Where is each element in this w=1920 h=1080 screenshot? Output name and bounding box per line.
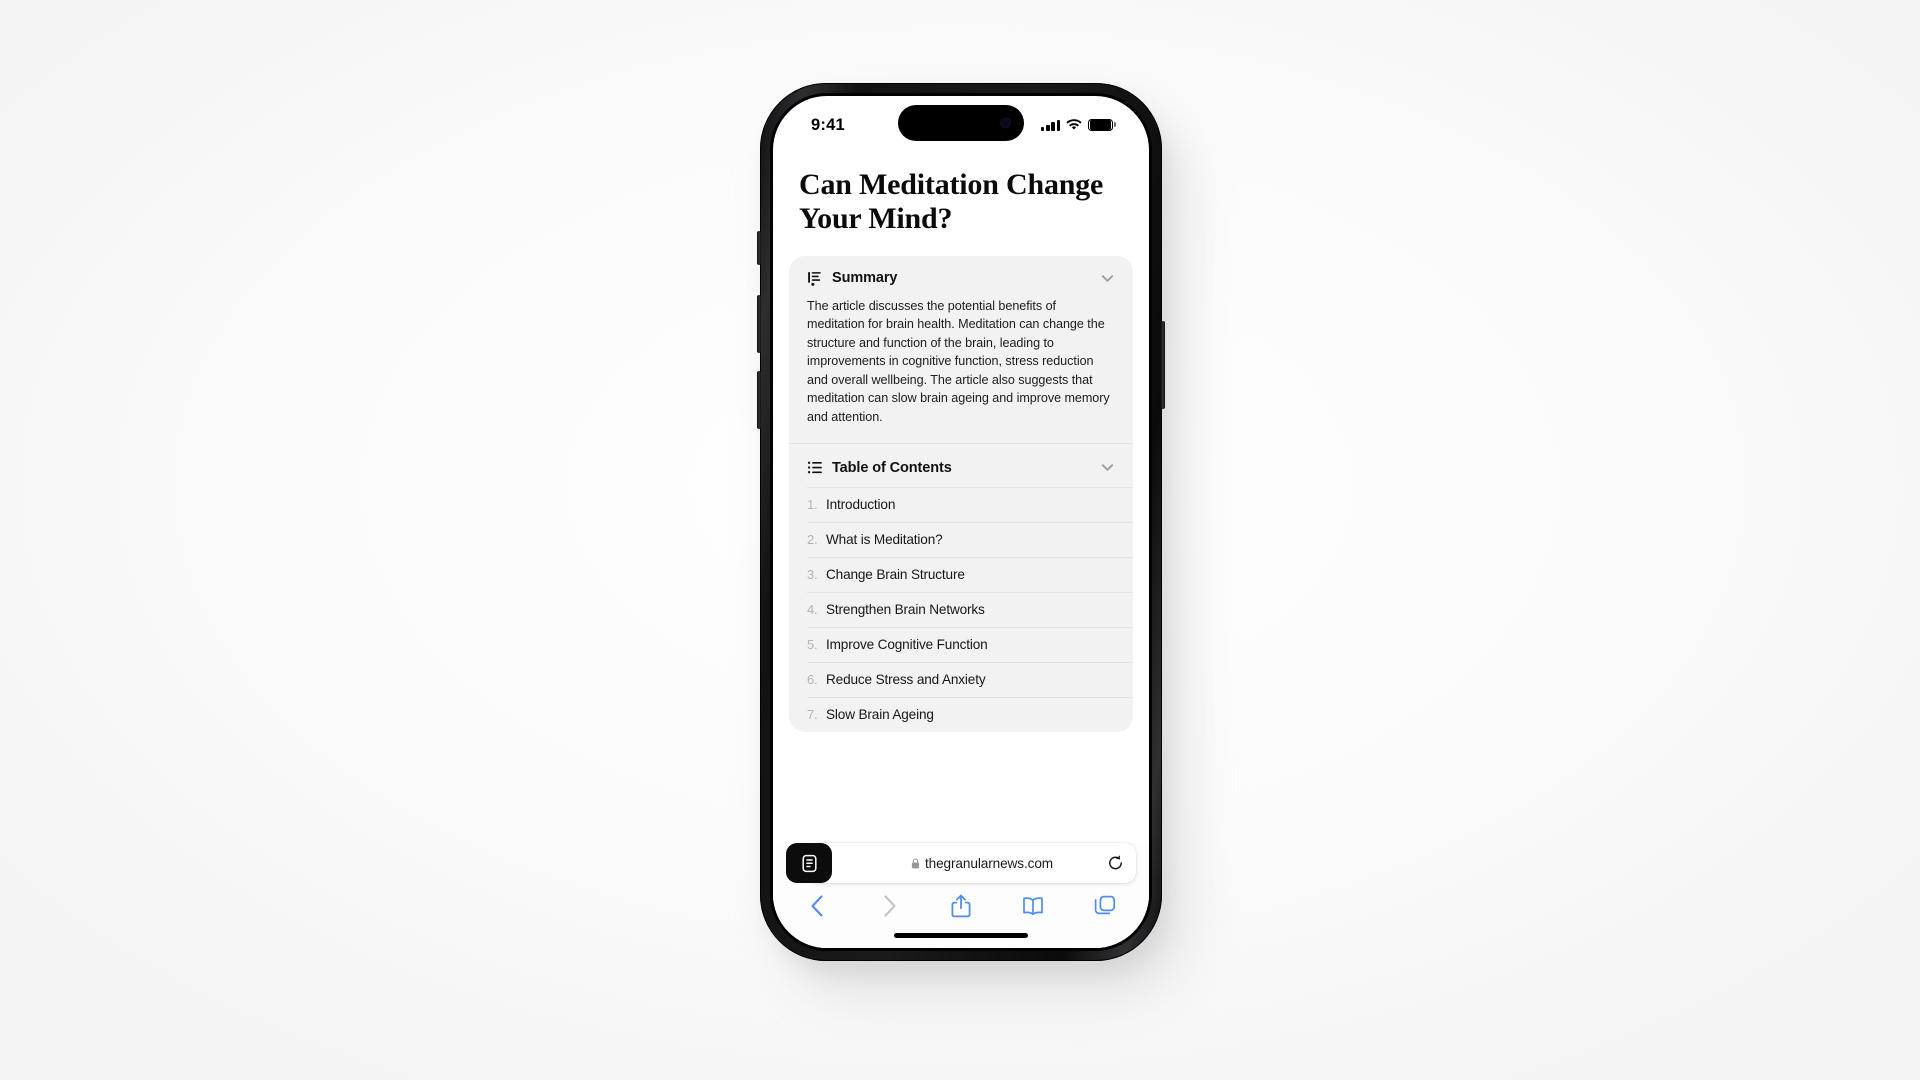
toc-item-number: 7. [807, 707, 818, 723]
front-camera-icon [1000, 117, 1011, 129]
list-item[interactable]: 1. Introduction [789, 487, 1133, 522]
list-item[interactable]: 6. Reduce Stress and Anxiety [789, 662, 1133, 697]
reader-mode-icon [801, 854, 817, 872]
home-indicator [894, 933, 1028, 938]
lock-icon [911, 857, 920, 868]
list-item[interactable]: 3. Change Brain Structure [789, 557, 1133, 592]
back-button[interactable] [805, 894, 829, 918]
reader-page: Can Meditation Change Your Mind? Summary… [773, 148, 1149, 948]
status-indicators [1041, 113, 1119, 132]
tabs-icon [1094, 895, 1116, 915]
summary-header[interactable]: Summary [789, 256, 1133, 297]
browser-bottom-bar: thegranularnews.com [773, 843, 1149, 948]
url-display: thegranularnews.com [911, 856, 1053, 871]
tabs-button[interactable] [1093, 894, 1117, 918]
address-bar-row: thegranularnews.com [786, 843, 1136, 883]
chevron-left-icon [810, 895, 823, 917]
numbered-list-icon [807, 461, 822, 474]
chevron-down-icon[interactable] [1100, 271, 1115, 286]
toc-item-label: What is Meditation? [826, 532, 943, 548]
status-time: 9:41 [811, 115, 845, 134]
share-button[interactable] [949, 894, 973, 918]
chevron-right-icon [883, 895, 896, 917]
screenshot-canvas: 9:41 Can Meditation Change Your Mind? Su… [0, 0, 1920, 1080]
volume-up-button[interactable] [757, 295, 761, 353]
volume-down-button[interactable] [757, 371, 761, 429]
toc-item-number: 1. [807, 497, 818, 513]
phone-frame: 9:41 Can Meditation Change Your Mind? Su… [757, 83, 1165, 961]
signal-bars-icon [1041, 119, 1060, 131]
toc-item-label: Change Brain Structure [826, 567, 965, 583]
book-icon [1023, 897, 1043, 916]
toc-item-label: Reduce Stress and Anxiety [826, 672, 986, 688]
phone-mockup: 9:41 Can Meditation Change Your Mind? Su… [757, 83, 1190, 993]
list-item[interactable]: 2. What is Meditation? [789, 522, 1133, 557]
browser-toolbar [773, 883, 1149, 921]
reload-icon[interactable] [1107, 855, 1124, 872]
summarize-icon [808, 271, 821, 286]
toc-item-label: Slow Brain Ageing [826, 707, 934, 723]
summary-text: The article discusses the potential bene… [807, 298, 1110, 424]
toc-item-number: 6. [807, 672, 818, 688]
battery-full-icon [1088, 118, 1116, 132]
phone-bezel: 9:41 Can Meditation Change Your Mind? Su… [770, 93, 1152, 951]
toc-item-label: Improve Cognitive Function [826, 637, 988, 653]
toc-item-number: 2. [807, 532, 818, 548]
wifi-icon [1066, 119, 1082, 130]
reader-summary-card: Summary The article discusses the potent… [789, 255, 1133, 733]
dynamic-island [898, 105, 1024, 141]
table-of-contents-list: 1. Introduction 2. What is Meditation? 3… [789, 487, 1133, 732]
toc-item-label: Introduction [826, 497, 896, 513]
url-text: thegranularnews.com [924, 855, 1054, 871]
forward-button[interactable] [877, 894, 901, 918]
table-of-contents-heading: Table of Contents [832, 459, 952, 476]
toc-item-label: Strengthen Brain Networks [826, 602, 985, 618]
list-item[interactable]: 5. Improve Cognitive Function [789, 627, 1133, 662]
table-of-contents-header[interactable]: Table of Contents [789, 444, 1133, 487]
page-title: Can Meditation Change Your Mind? [799, 168, 1104, 235]
bookmarks-button[interactable] [1021, 894, 1045, 918]
action-button[interactable] [757, 231, 761, 265]
list-item[interactable]: 7. Slow Brain Ageing [789, 697, 1133, 732]
toc-item-number: 4. [807, 602, 818, 618]
chevron-down-icon[interactable] [1100, 460, 1115, 475]
status-bar: 9:41 [773, 96, 1149, 148]
phone-screen: 9:41 Can Meditation Change Your Mind? Su… [773, 96, 1149, 948]
summary-heading: Summary [832, 270, 898, 287]
power-button[interactable] [1161, 321, 1165, 409]
list-item[interactable]: 4. Strengthen Brain Networks [789, 592, 1133, 627]
address-bar[interactable]: thegranularnews.com [808, 843, 1136, 883]
share-icon [951, 894, 971, 918]
toc-item-number: 3. [807, 567, 818, 583]
toc-item-number: 5. [807, 637, 818, 653]
reader-mode-button[interactable] [786, 843, 832, 883]
